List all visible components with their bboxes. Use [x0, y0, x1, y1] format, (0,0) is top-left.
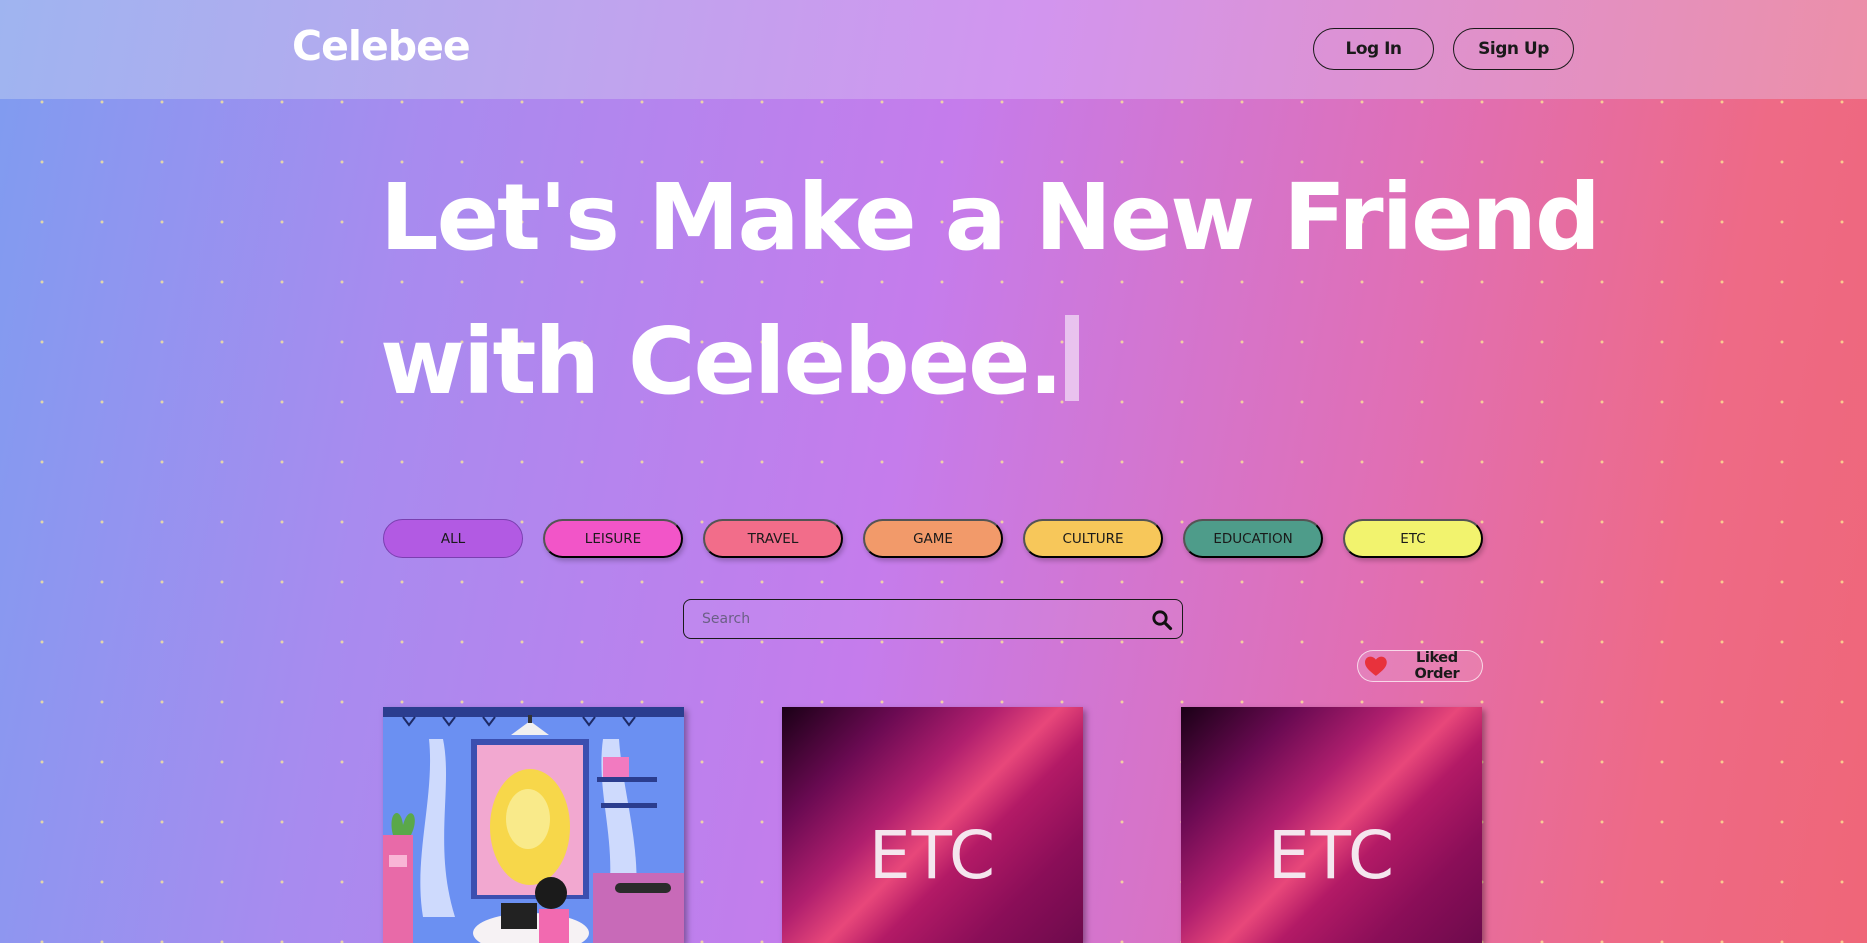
heart-icon	[1364, 656, 1387, 676]
card-category-label: ETC	[1267, 817, 1396, 894]
category-leisure-button[interactable]: LEISURE	[543, 519, 683, 558]
signup-button[interactable]: Sign Up	[1453, 28, 1574, 70]
room-illustration	[383, 707, 684, 943]
card-category-label: ETC	[868, 817, 997, 894]
search-icon[interactable]	[1151, 609, 1173, 631]
brand-logo[interactable]: Celebee	[292, 22, 471, 70]
category-culture-button[interactable]: CULTURE	[1023, 519, 1163, 558]
etc-card[interactable]: ETC	[1181, 707, 1482, 943]
typing-cursor	[1065, 315, 1080, 401]
category-travel-button[interactable]: TRAVEL	[703, 519, 843, 558]
hero-heading-line-1: Let's Make a New Friend	[380, 164, 1601, 271]
liked-order-button[interactable]: Liked Order	[1357, 650, 1483, 682]
search-bar	[683, 599, 1183, 639]
category-education-button[interactable]: EDUCATION	[1183, 519, 1323, 558]
category-etc-button[interactable]: ETC	[1343, 519, 1483, 558]
liked-order-label: Liked Order	[1414, 650, 1460, 682]
login-button[interactable]: Log In	[1313, 28, 1434, 70]
category-game-button[interactable]: GAME	[863, 519, 1003, 558]
hero-heading-line-2: with Celebee.	[380, 315, 1080, 408]
search-input[interactable]	[702, 609, 1132, 629]
etc-card[interactable]: ETC	[782, 707, 1083, 943]
hero-heading-text: with Celebee.	[380, 308, 1063, 415]
room-card[interactable]	[383, 707, 684, 943]
category-all-button[interactable]: ALL	[383, 519, 523, 558]
top-header: Celebee Log In Sign Up	[0, 0, 1867, 99]
